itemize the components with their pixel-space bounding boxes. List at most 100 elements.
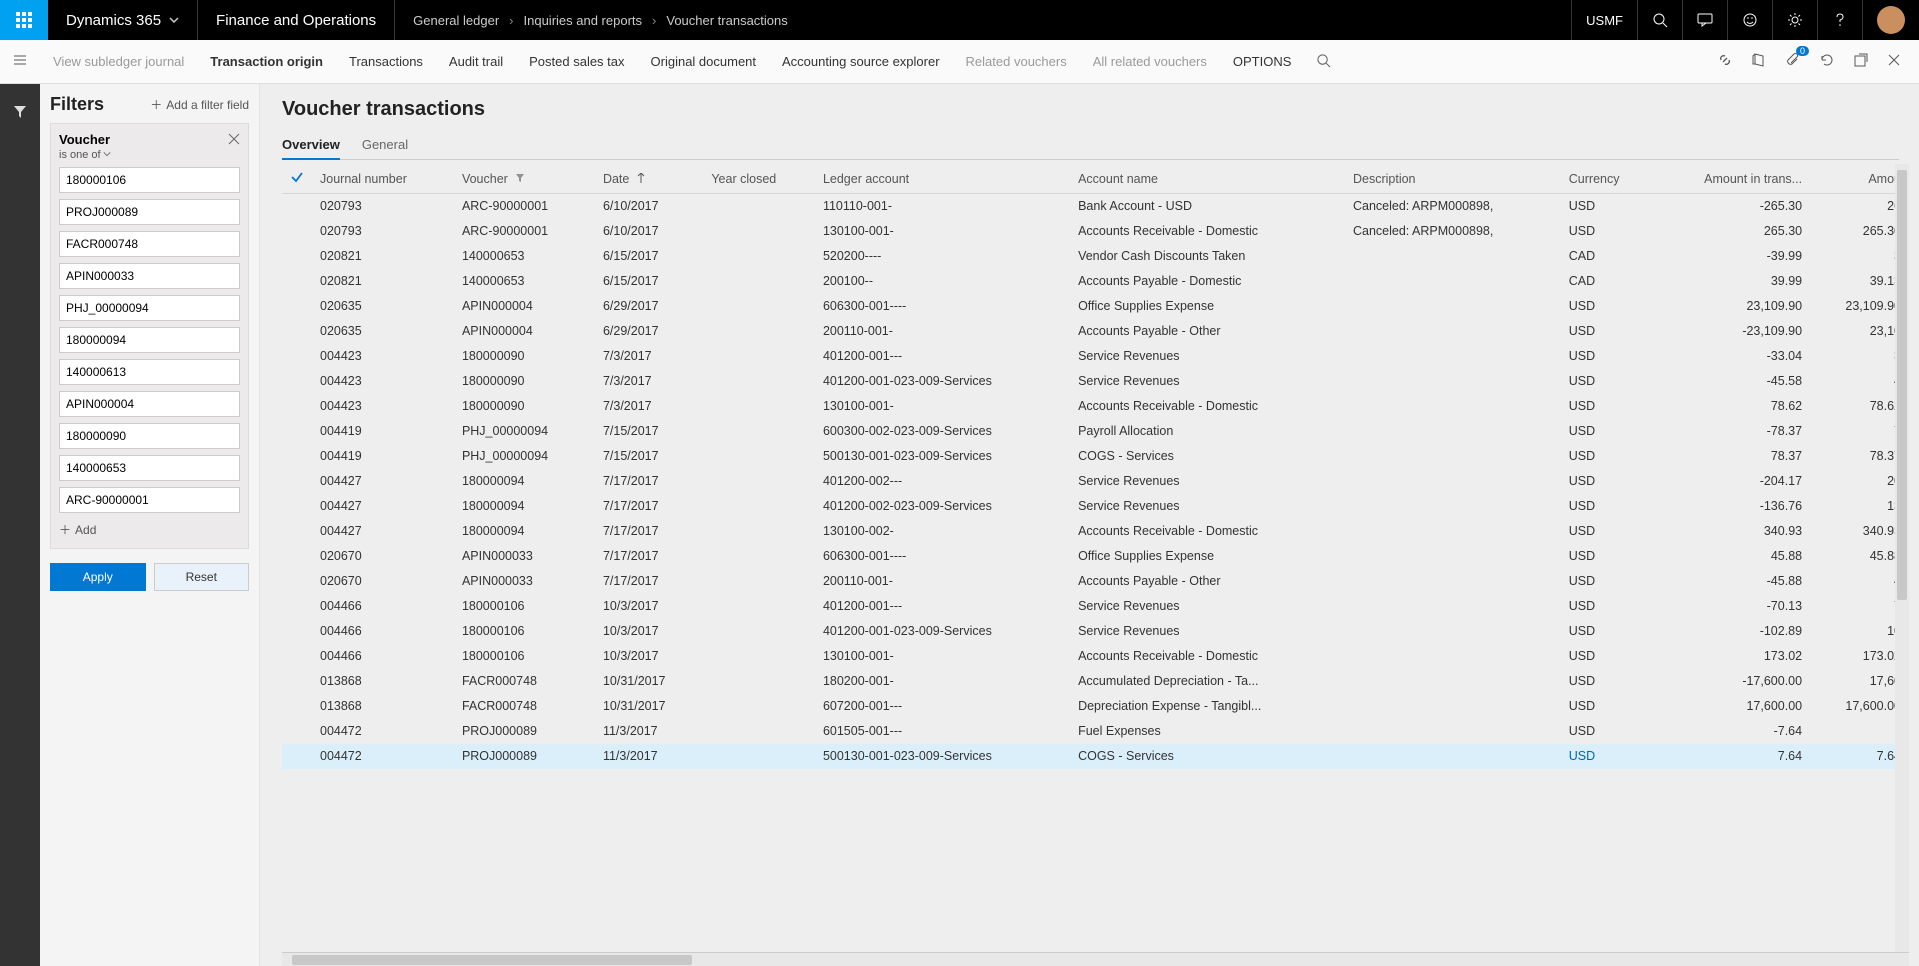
table-row[interactable]: 0044231800000907/3/2017401200-001---Serv… — [282, 344, 1909, 369]
filter-value-input[interactable] — [59, 295, 240, 321]
table-row[interactable]: 020670APIN0000337/17/2017606300-001----O… — [282, 544, 1909, 569]
nav-toggle[interactable] — [0, 52, 40, 71]
col-year-closed[interactable]: Year closed — [703, 164, 815, 194]
add-filter-value[interactable]: ＋ Add — [59, 521, 240, 538]
filter-value-input[interactable] — [59, 391, 240, 417]
cell-amount-trans: 7.64 — [1653, 744, 1810, 769]
table-row[interactable]: 020635APIN0000046/29/2017606300-001----O… — [282, 294, 1909, 319]
tab-overview[interactable]: Overview — [282, 131, 340, 160]
filter-value-input[interactable] — [59, 231, 240, 257]
cell-journal: 020821 — [312, 269, 454, 294]
filter-value-input[interactable] — [59, 423, 240, 449]
table-row[interactable]: 0044271800000947/17/2017401200-002-023-0… — [282, 494, 1909, 519]
app-launcher-button[interactable] — [0, 0, 48, 40]
user-avatar[interactable] — [1862, 0, 1919, 40]
help-button[interactable] — [1817, 0, 1862, 40]
cell-description — [1345, 494, 1561, 519]
office-button[interactable] — [1751, 52, 1767, 71]
col-journal-number[interactable]: Journal number — [312, 164, 454, 194]
action-options[interactable]: OPTIONS — [1220, 54, 1305, 69]
table-row[interactable]: 004419PHJ_000000947/15/2017500130-001-02… — [282, 444, 1909, 469]
col-currency[interactable]: Currency — [1561, 164, 1653, 194]
filter-value-input[interactable] — [59, 327, 240, 353]
select-all-checkbox[interactable] — [282, 164, 312, 194]
filter-operator[interactable]: is one of — [59, 149, 111, 161]
messages-button[interactable] — [1682, 0, 1727, 40]
col-ledger-account[interactable]: Ledger account — [815, 164, 1070, 194]
settings-button[interactable] — [1772, 0, 1817, 40]
table-row[interactable]: 0044271800000947/17/2017401200-002---Ser… — [282, 469, 1909, 494]
filter-value-input[interactable] — [59, 455, 240, 481]
brand-menu[interactable]: Dynamics 365 — [48, 0, 198, 40]
filter-value-input[interactable] — [59, 263, 240, 289]
filter-value-input[interactable] — [59, 167, 240, 193]
table-row[interactable]: 0044231800000907/3/2017130100-001-Accoun… — [282, 394, 1909, 419]
cell-date: 10/3/2017 — [595, 619, 703, 644]
table-row[interactable]: 013868FACR00074810/31/2017180200-001-Acc… — [282, 669, 1909, 694]
attachments-button[interactable]: 0 — [1785, 52, 1801, 71]
col-voucher[interactable]: Voucher — [454, 164, 595, 194]
table-row[interactable]: 013868FACR00074810/31/2017607200-001---D… — [282, 694, 1909, 719]
filters-pane: Filters ＋ Add a filter field Voucher is … — [40, 84, 260, 966]
action-audit-trail[interactable]: Audit trail — [436, 54, 516, 69]
cell-year-closed — [703, 269, 815, 294]
cell-description — [1345, 694, 1561, 719]
cell-journal: 004419 — [312, 444, 454, 469]
col-description[interactable]: Description — [1345, 164, 1561, 194]
table-row[interactable]: 020670APIN0000337/17/2017200110-001-Acco… — [282, 569, 1909, 594]
search-button[interactable] — [1637, 0, 1682, 40]
col-date[interactable]: Date — [595, 164, 703, 194]
table-row[interactable]: 00446618000010610/3/2017130100-001-Accou… — [282, 644, 1909, 669]
scroll-thumb[interactable] — [1897, 170, 1907, 600]
table-row[interactable]: 00446618000010610/3/2017401200-001---Ser… — [282, 594, 1909, 619]
cell-voucher: 180000090 — [454, 394, 595, 419]
table-row[interactable]: 0044231800000907/3/2017401200-001-023-00… — [282, 369, 1909, 394]
breadcrumb-item[interactable]: General ledger — [413, 13, 499, 28]
table-row[interactable]: 020793ARC-900000016/10/2017110110-001-Ba… — [282, 194, 1909, 219]
table-row[interactable]: 0208211400006536/15/2017520200----Vendor… — [282, 244, 1909, 269]
action-search[interactable] — [1316, 53, 1331, 71]
action-posted-sales-tax[interactable]: Posted sales tax — [516, 54, 637, 69]
close-button[interactable] — [1887, 53, 1901, 70]
col-amount-trans[interactable]: Amount in trans... — [1653, 164, 1810, 194]
tab-general[interactable]: General — [362, 131, 408, 159]
table-row[interactable]: 020793ARC-900000016/10/2017130100-001-Ac… — [282, 219, 1909, 244]
horizontal-scrollbar[interactable] — [282, 952, 1909, 966]
cell-ledger: 130100-001- — [815, 644, 1070, 669]
cell-account-name: Fuel Expenses — [1070, 719, 1345, 744]
action-original-document[interactable]: Original document — [638, 54, 770, 69]
cell-date: 7/15/2017 — [595, 444, 703, 469]
reset-button[interactable]: Reset — [154, 563, 250, 591]
popout-button[interactable] — [1853, 52, 1869, 71]
table-row[interactable]: 0044271800000947/17/2017130100-002-Accou… — [282, 519, 1909, 544]
filter-value-input[interactable] — [59, 359, 240, 385]
vertical-scrollbar[interactable] — [1895, 164, 1909, 952]
filter-value-input[interactable] — [59, 199, 240, 225]
table-row[interactable]: 004472PROJ00008911/3/2017601505-001---Fu… — [282, 719, 1909, 744]
table-row[interactable]: 004472PROJ00008911/3/2017500130-001-023-… — [282, 744, 1909, 769]
action-transaction-origin[interactable]: Transaction origin — [197, 54, 336, 69]
cell-ledger: 601505-001--- — [815, 719, 1070, 744]
breadcrumb-item[interactable]: Voucher transactions — [666, 13, 787, 28]
action-transactions[interactable]: Transactions — [336, 54, 436, 69]
add-filter-field[interactable]: ＋ Add a filter field — [150, 96, 249, 113]
table-row[interactable]: 00446618000010610/3/2017401200-001-023-0… — [282, 619, 1909, 644]
filter-value-input[interactable] — [59, 487, 240, 513]
scroll-thumb[interactable] — [292, 955, 692, 965]
feedback-button[interactable] — [1727, 0, 1772, 40]
remove-filter-button[interactable] — [228, 132, 240, 148]
table-row[interactable]: 020635APIN0000046/29/2017200110-001-Acco… — [282, 319, 1909, 344]
breadcrumb-item[interactable]: Inquiries and reports — [524, 13, 643, 28]
company-picker[interactable]: USMF — [1571, 0, 1637, 40]
apply-button[interactable]: Apply — [50, 563, 146, 591]
refresh-button[interactable] — [1819, 52, 1835, 71]
table-row[interactable]: 0208211400006536/15/2017200100--Accounts… — [282, 269, 1909, 294]
filter-rail-button[interactable] — [12, 104, 28, 125]
table-row[interactable]: 004419PHJ_000000947/15/2017600300-002-02… — [282, 419, 1909, 444]
action-accounting-source-explorer[interactable]: Accounting source explorer — [769, 54, 953, 69]
col-account-name[interactable]: Account name — [1070, 164, 1345, 194]
link-icon-button[interactable] — [1717, 52, 1733, 71]
cell-voucher: 180000106 — [454, 619, 595, 644]
search-icon — [1652, 12, 1668, 28]
cell-journal: 013868 — [312, 669, 454, 694]
